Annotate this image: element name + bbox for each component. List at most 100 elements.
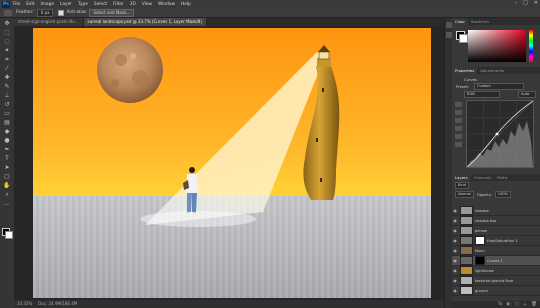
on-image-adjust-icon[interactable] <box>455 102 462 107</box>
dodge-tool-icon[interactable]: ● <box>3 137 11 144</box>
visibility-eye-icon[interactable]: ◉ <box>452 278 458 283</box>
menu-file[interactable]: File <box>13 2 20 7</box>
background-color-swatch[interactable] <box>5 231 13 239</box>
layer-row[interactable]: ◉ Moon <box>452 246 540 256</box>
menu-help[interactable]: Help <box>181 2 191 7</box>
curve-point-icon[interactable] <box>455 134 462 139</box>
white-point-eyedropper-icon[interactable] <box>455 126 462 131</box>
layer-row[interactable]: ◉ textured ground floor <box>452 276 540 286</box>
menu-filter[interactable]: Filter <box>113 2 124 7</box>
moon <box>97 37 163 103</box>
visibility-eye-icon[interactable]: ◉ <box>452 258 458 263</box>
black-point-eyedropper-icon[interactable] <box>455 110 462 115</box>
visibility-eye-icon[interactable]: ◉ <box>452 218 458 223</box>
brush-tool-icon[interactable]: ✎ <box>3 83 11 90</box>
document-canvas[interactable] <box>33 28 431 298</box>
visibility-eye-icon[interactable]: ◉ <box>452 248 458 253</box>
antialias-checkbox[interactable] <box>58 9 65 16</box>
color-panel <box>452 25 540 67</box>
menu-select[interactable]: Select <box>94 2 107 7</box>
layer-mask-thumbnail[interactable] <box>475 236 485 245</box>
rectangle-tool-icon[interactable]: ▢ <box>3 173 11 180</box>
visibility-eye-icon[interactable]: ◉ <box>452 208 458 213</box>
clone-stamp-icon[interactable]: ⊥ <box>3 92 11 99</box>
layer-effects-icon[interactable]: fx <box>498 302 502 307</box>
tab-street-sign[interactable]: street-sign-english-posts-illu... <box>14 18 84 26</box>
pen-tool-icon[interactable]: ✒ <box>3 146 11 153</box>
menu-window[interactable]: Window <box>158 2 175 7</box>
gray-point-eyedropper-icon[interactable] <box>455 118 462 123</box>
zoom-tool-icon[interactable]: ⌕ <box>3 191 11 198</box>
hand-tool-icon[interactable]: ✋ <box>3 182 11 189</box>
right-panels: Color Swatches Properties Adjustments Cu… <box>452 18 540 308</box>
channel-select[interactable]: RGB <box>464 91 500 98</box>
type-tool-icon[interactable]: T <box>3 155 11 162</box>
zoom-level[interactable]: 33.33% <box>17 300 32 308</box>
move-tool-icon[interactable]: ✥ <box>3 20 11 27</box>
layer-mask-thumbnail[interactable] <box>475 256 485 265</box>
tab-layers[interactable]: Layers <box>452 174 471 181</box>
visibility-eye-icon[interactable]: ◉ <box>452 288 458 293</box>
history-brush-icon[interactable]: ↺ <box>3 101 11 108</box>
layer-row[interactable]: ◉ ground <box>452 286 540 296</box>
adjustment-layer-icon[interactable]: ◐ <box>507 302 511 307</box>
marquee-tool-icon[interactable]: ⬚ <box>3 29 11 36</box>
menu-edit[interactable]: Edit <box>26 2 34 7</box>
visibility-eye-icon[interactable]: ◉ <box>452 228 458 233</box>
menu-type[interactable]: Type <box>78 2 88 7</box>
layer-row[interactable]: ◉ shadow <box>452 206 540 216</box>
magic-wand-icon[interactable]: ✦ <box>3 47 11 54</box>
blur-tool-icon[interactable]: ◆ <box>3 128 11 135</box>
opacity-input[interactable]: 100% <box>494 191 512 198</box>
color-panel-tabs: Color Swatches <box>452 18 540 25</box>
menu-layer[interactable]: Layer <box>60 2 72 7</box>
color-picker-field[interactable] <box>468 30 526 62</box>
gradient-tool-icon[interactable]: ▤ <box>3 119 11 126</box>
delete-layer-icon[interactable]: 🗑 <box>531 302 537 307</box>
eraser-tool-icon[interactable]: ▭ <box>3 110 11 117</box>
auto-button[interactable]: Auto <box>518 91 536 98</box>
crop-tool-icon[interactable]: ⌗ <box>3 56 11 63</box>
new-layer-icon[interactable]: ＋ <box>523 302 528 308</box>
curves-graph[interactable] <box>466 100 534 168</box>
background-color-chip[interactable] <box>459 34 468 43</box>
menu-3d[interactable]: 3D <box>130 2 136 7</box>
visibility-eye-icon[interactable]: ◉ <box>452 268 458 273</box>
feather-input[interactable]: 0 px <box>36 8 54 17</box>
minimize-button[interactable]: – <box>515 0 518 6</box>
menu-image[interactable]: Image <box>41 2 54 7</box>
layer-row[interactable]: ◉ Hue/Saturation 1 <box>452 236 540 246</box>
tab-channels[interactable]: Channels <box>471 174 495 181</box>
layer-row[interactable]: ◉ lighthouse <box>452 266 540 276</box>
hue-slider[interactable] <box>529 30 533 62</box>
healing-brush-icon[interactable]: ✚ <box>3 74 11 81</box>
tab-paths[interactable]: Paths <box>494 174 510 181</box>
menu-view[interactable]: View <box>142 2 152 7</box>
photoshop-logo: Ps <box>2 0 10 8</box>
tools-panel: ✥ ⬚ ◌ ✦ ⌗ ⁄ ✚ ✎ ⊥ ↺ ▭ ▤ ◆ ● ✒ T ➤ ▢ ✋ ⌕ … <box>0 18 15 308</box>
layer-filter-kind[interactable]: Kind <box>455 182 469 189</box>
more-tools-icon[interactable]: … <box>3 200 11 207</box>
path-selection-icon[interactable]: ➤ <box>3 164 11 171</box>
tab-color[interactable]: Color <box>452 18 468 25</box>
tab-swatches[interactable]: Swatches <box>468 18 492 25</box>
blend-mode-select[interactable]: Normal <box>455 191 475 198</box>
lasso-tool-icon[interactable]: ◌ <box>3 38 11 45</box>
eyedropper-icon[interactable]: ⁄ <box>3 65 11 72</box>
select-and-mask-button[interactable]: Select and Mask... <box>89 8 134 17</box>
layer-row-selected[interactable]: ◉ Curves 1 <box>452 256 540 266</box>
layer-row[interactable]: ◉ person <box>452 226 540 236</box>
preset-select[interactable]: Custom <box>474 83 524 90</box>
canvas-area[interactable] <box>14 26 444 300</box>
tab-adjustments[interactable]: Adjustments <box>477 67 507 74</box>
layer-name: shadow <box>475 208 489 213</box>
visibility-eye-icon[interactable]: ◉ <box>452 238 458 243</box>
tab-properties[interactable]: Properties <box>452 67 478 74</box>
pencil-curve-icon[interactable] <box>455 142 462 147</box>
new-group-icon[interactable]: ▢ <box>515 302 519 307</box>
marquee-tool-icon[interactable] <box>4 9 12 16</box>
tab-surreal-landscape[interactable]: surreal landscape.psd @ 33.7% (Curves 1,… <box>83 18 207 26</box>
close-button[interactable]: ✕ <box>534 0 538 6</box>
maximize-button[interactable]: □ <box>523 0 528 6</box>
layer-row[interactable]: ◉ shadow box <box>452 216 540 226</box>
